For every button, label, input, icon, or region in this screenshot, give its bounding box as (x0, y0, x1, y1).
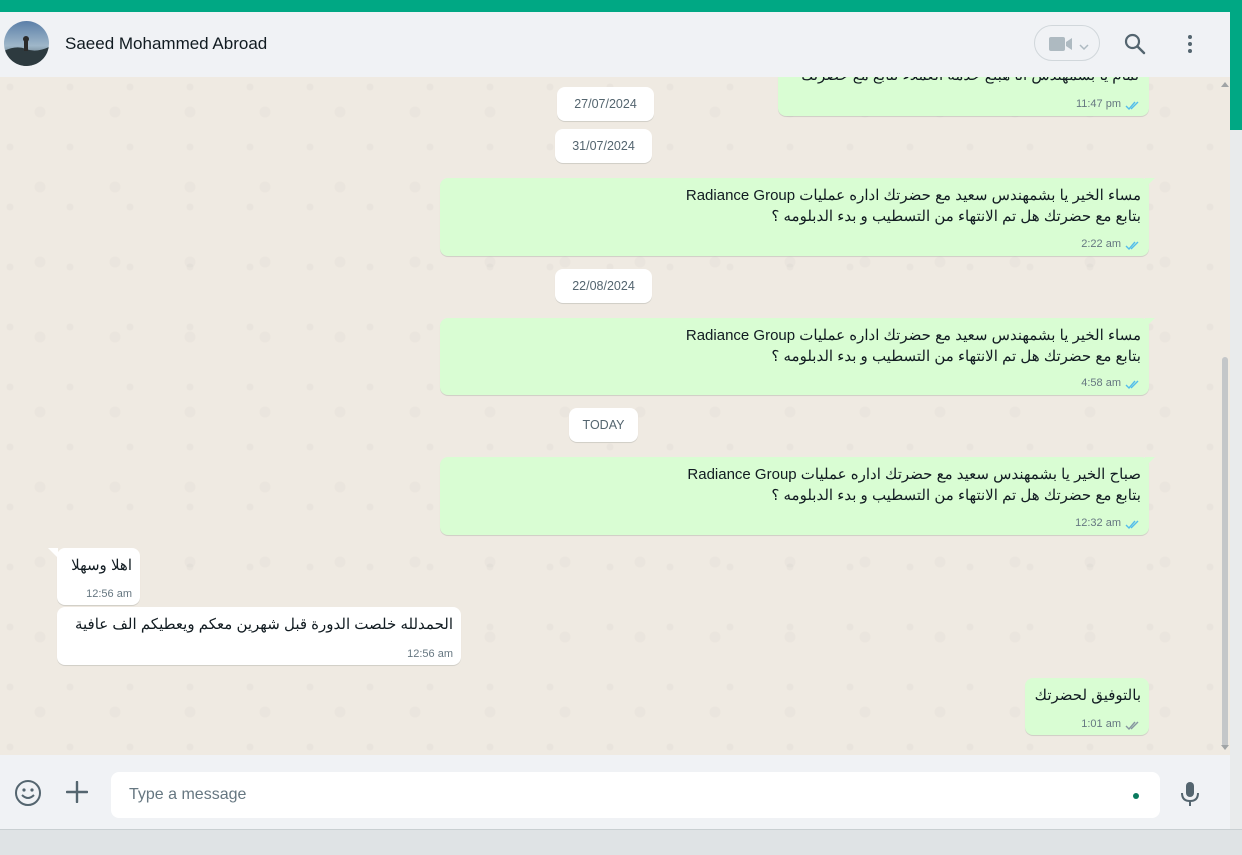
window-accent-strip (1230, 12, 1242, 130)
bubble-tail (1145, 318, 1155, 328)
bubble-tail (48, 548, 58, 558)
date-divider: 27/07/2024 (557, 87, 654, 121)
message-bubble-outgoing[interactable]: مساء الخير يا بشمهندس سعيد مع حضرتك ادار… (440, 178, 1149, 256)
message-time: 1:01 am (1081, 718, 1121, 730)
double-check-icon (1125, 98, 1141, 116)
scroll-up-arrow[interactable] (1221, 82, 1229, 87)
search-icon[interactable] (1123, 32, 1147, 61)
message-text-line1: مساء الخير يا بشمهندس سعيد مع حضرتك ادار… (685, 187, 1141, 204)
chat-window: Saeed Mohammed Abroad تمام يا بشمهندس ان… (0, 12, 1230, 829)
date-divider: 31/07/2024 (555, 129, 652, 163)
chat-header: Saeed Mohammed Abroad (0, 12, 1230, 77)
contact-avatar[interactable] (4, 21, 49, 66)
double-check-icon (1125, 238, 1141, 256)
emoji-icon[interactable] (14, 779, 42, 812)
message-time: 11:47 pm (1075, 98, 1121, 110)
scroll-down-arrow[interactable] (1221, 745, 1229, 750)
date-divider: TODAY (569, 408, 638, 442)
message-bubble-outgoing[interactable]: تمام يا بشمهندس انا هبلغ خدمه العملاء تت… (778, 77, 1149, 116)
video-call-icon (1049, 36, 1073, 57)
message-bubble-outgoing[interactable]: بالتوفيق لحضرتك 1:01 am (1025, 678, 1149, 735)
message-time: 4:58 am (1081, 377, 1121, 389)
message-time: 12:56 am (86, 588, 132, 600)
contact-name[interactable]: Saeed Mohammed Abroad (65, 34, 267, 54)
double-check-icon (1125, 718, 1141, 736)
window-bottom-strip (0, 829, 1242, 855)
bubble-tail (1145, 457, 1155, 467)
microphone-icon[interactable] (1180, 781, 1200, 812)
message-text: الحمدلله خلصت الدورة قبل شهرين معكم ويعط… (74, 616, 453, 633)
message-bubble-outgoing[interactable]: صباح الخير يا بشمهندس سعيد مع حضرتك ادار… (440, 457, 1149, 535)
scrollbar-thumb[interactable] (1222, 357, 1228, 747)
message-time: 2:22 am (1081, 238, 1121, 250)
plus-icon[interactable] (65, 780, 89, 808)
message-bubble-outgoing[interactable]: مساء الخير يا بشمهندس سعيد مع حضرتك ادار… (440, 318, 1149, 395)
message-text: اهلا وسهلا (71, 557, 132, 574)
input-status-dot (1133, 793, 1139, 799)
chevron-down-icon (1079, 38, 1089, 56)
window-gutter (1230, 12, 1242, 854)
app-top-bar (0, 0, 1242, 12)
message-time: 12:32 am (1075, 517, 1121, 529)
message-input[interactable] (111, 772, 1160, 818)
message-text-line2: بتابع مع حضرتك هل تم الانتهاء من التسطيب… (771, 208, 1141, 225)
menu-icon[interactable] (1180, 34, 1200, 59)
message-list[interactable]: تمام يا بشمهندس انا هبلغ خدمه العملاء تت… (0, 77, 1230, 755)
message-time: 12:56 am (407, 648, 453, 660)
bubble-tail (1145, 178, 1155, 188)
message-text: تمام يا بشمهندس انا هبلغ خدمه العملاء تت… (801, 77, 1139, 86)
video-call-button[interactable] (1034, 25, 1100, 61)
message-text-line1: صباح الخير يا بشمهندس سعيد مع حضرتك ادار… (687, 466, 1141, 483)
double-check-icon (1125, 517, 1141, 535)
message-text-line1: مساء الخير يا بشمهندس سعيد مع حضرتك ادار… (685, 327, 1141, 344)
message-text-line2: بتابع مع حضرتك هل تم الانتهاء من التسطيب… (771, 487, 1141, 504)
message-bubble-incoming[interactable]: الحمدلله خلصت الدورة قبل شهرين معكم ويعط… (57, 607, 461, 665)
message-bubble-incoming[interactable]: اهلا وسهلا 12:56 am (57, 548, 140, 605)
message-text: بالتوفيق لحضرتك (1034, 687, 1141, 704)
date-divider: 22/08/2024 (555, 269, 652, 303)
composer-bar (0, 755, 1230, 829)
double-check-icon (1125, 377, 1141, 395)
message-text-line2: بتابع مع حضرتك هل تم الانتهاء من التسطيب… (771, 348, 1141, 365)
